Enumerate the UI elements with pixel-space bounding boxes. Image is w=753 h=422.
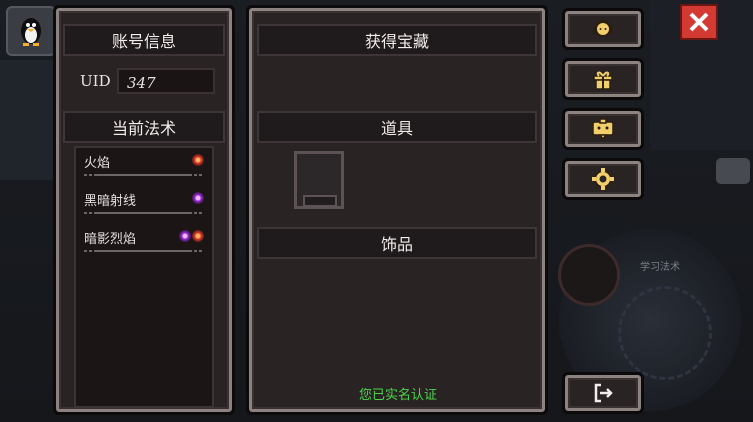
dark-orb-icon bbox=[192, 192, 204, 204]
gift-icon bbox=[593, 71, 613, 90]
close-icon bbox=[689, 12, 709, 32]
gift-button[interactable] bbox=[562, 58, 644, 100]
divider bbox=[84, 212, 204, 214]
close-button[interactable] bbox=[680, 4, 718, 40]
treasure-panel bbox=[246, 5, 548, 415]
chat-icon[interactable] bbox=[716, 158, 750, 184]
accessories-title: 饰品 bbox=[380, 235, 413, 254]
account-info-header: 账号信息 bbox=[63, 24, 225, 56]
spell-item[interactable]: 火焰 bbox=[84, 152, 204, 182]
spell-slot[interactable] bbox=[558, 244, 620, 306]
penguin-icon bbox=[21, 18, 41, 46]
spell-label: 火焰 bbox=[84, 156, 111, 171]
item-slot[interactable] bbox=[294, 151, 344, 209]
spell-label: 黑暗射线 bbox=[84, 194, 137, 209]
uid-value: 347 bbox=[117, 68, 215, 94]
current-spells-header: 当前法术 bbox=[63, 111, 225, 143]
spell-item[interactable]: 黑暗射线 bbox=[84, 190, 204, 220]
settings-button[interactable] bbox=[562, 158, 644, 200]
chat-icon bbox=[592, 118, 614, 141]
qq-avatar[interactable] bbox=[6, 6, 56, 56]
account-info-title: 账号信息 bbox=[111, 32, 176, 51]
logout-icon bbox=[594, 383, 613, 403]
divider bbox=[84, 250, 204, 252]
accessories-header: 饰品 bbox=[257, 227, 537, 259]
logout-button[interactable] bbox=[562, 372, 644, 414]
gear-icon bbox=[592, 168, 614, 190]
spell-label: 暗影烈焰 bbox=[84, 232, 137, 247]
items-header: 道具 bbox=[257, 111, 537, 143]
fire-icon bbox=[192, 230, 204, 242]
uid-label: UID bbox=[80, 72, 111, 90]
current-spells-title: 当前法术 bbox=[111, 119, 176, 138]
joystick[interactable] bbox=[618, 286, 712, 380]
treasure-title: 获得宝藏 bbox=[364, 32, 429, 51]
divider bbox=[84, 174, 204, 176]
spell-list: 火焰 黑暗射线 暗影烈焰 bbox=[74, 146, 214, 408]
support-button[interactable] bbox=[562, 8, 644, 50]
treasure-header: 获得宝藏 bbox=[257, 24, 537, 56]
headset-icon bbox=[593, 20, 613, 37]
background-tile bbox=[0, 60, 60, 180]
dark-orb-icon bbox=[179, 230, 191, 242]
verification-status: 您已实名认证 bbox=[358, 388, 437, 403]
spell-item[interactable]: 暗影烈焰 bbox=[84, 228, 204, 258]
item-slot-base bbox=[303, 195, 337, 207]
fire-icon bbox=[192, 154, 204, 166]
chat-bubble-button[interactable] bbox=[562, 108, 644, 150]
items-title: 道具 bbox=[380, 119, 413, 138]
spell-hint-label: 学习法术 bbox=[640, 262, 680, 273]
